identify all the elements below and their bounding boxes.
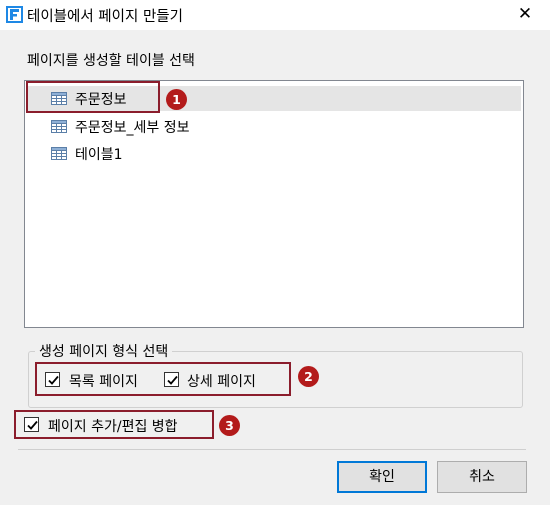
callout-badge-1: 1: [166, 89, 187, 110]
callout-box-2: [35, 362, 291, 396]
close-icon[interactable]: ✕: [514, 3, 536, 25]
callout-box-3: [14, 410, 214, 439]
window-title: 테이블에서 페이지 만들기: [27, 9, 183, 25]
table-section-label: 페이지를 생성할 테이블 선택: [27, 53, 195, 69]
callout-badge-2: 2: [298, 366, 319, 387]
table-icon: [51, 120, 67, 133]
table-list-item[interactable]: 테이블1: [27, 141, 521, 166]
callout-box-1: [26, 81, 160, 113]
table-item-label: 테이블1: [75, 147, 123, 163]
table-icon: [51, 147, 67, 160]
ok-button[interactable]: 확인: [337, 461, 427, 493]
separator: [18, 449, 526, 450]
cancel-button[interactable]: 취소: [437, 461, 527, 493]
callout-badge-3: 3: [219, 415, 240, 436]
table-list[interactable]: 주문정보 주문정보_세부 정보 테이블1: [24, 80, 524, 328]
format-section-label: 생성 페이지 형식 선택: [35, 341, 173, 361]
table-item-label: 주문정보_세부 정보: [75, 120, 190, 136]
table-list-item[interactable]: 주문정보_세부 정보: [27, 114, 521, 139]
f-app-icon: [6, 6, 23, 23]
